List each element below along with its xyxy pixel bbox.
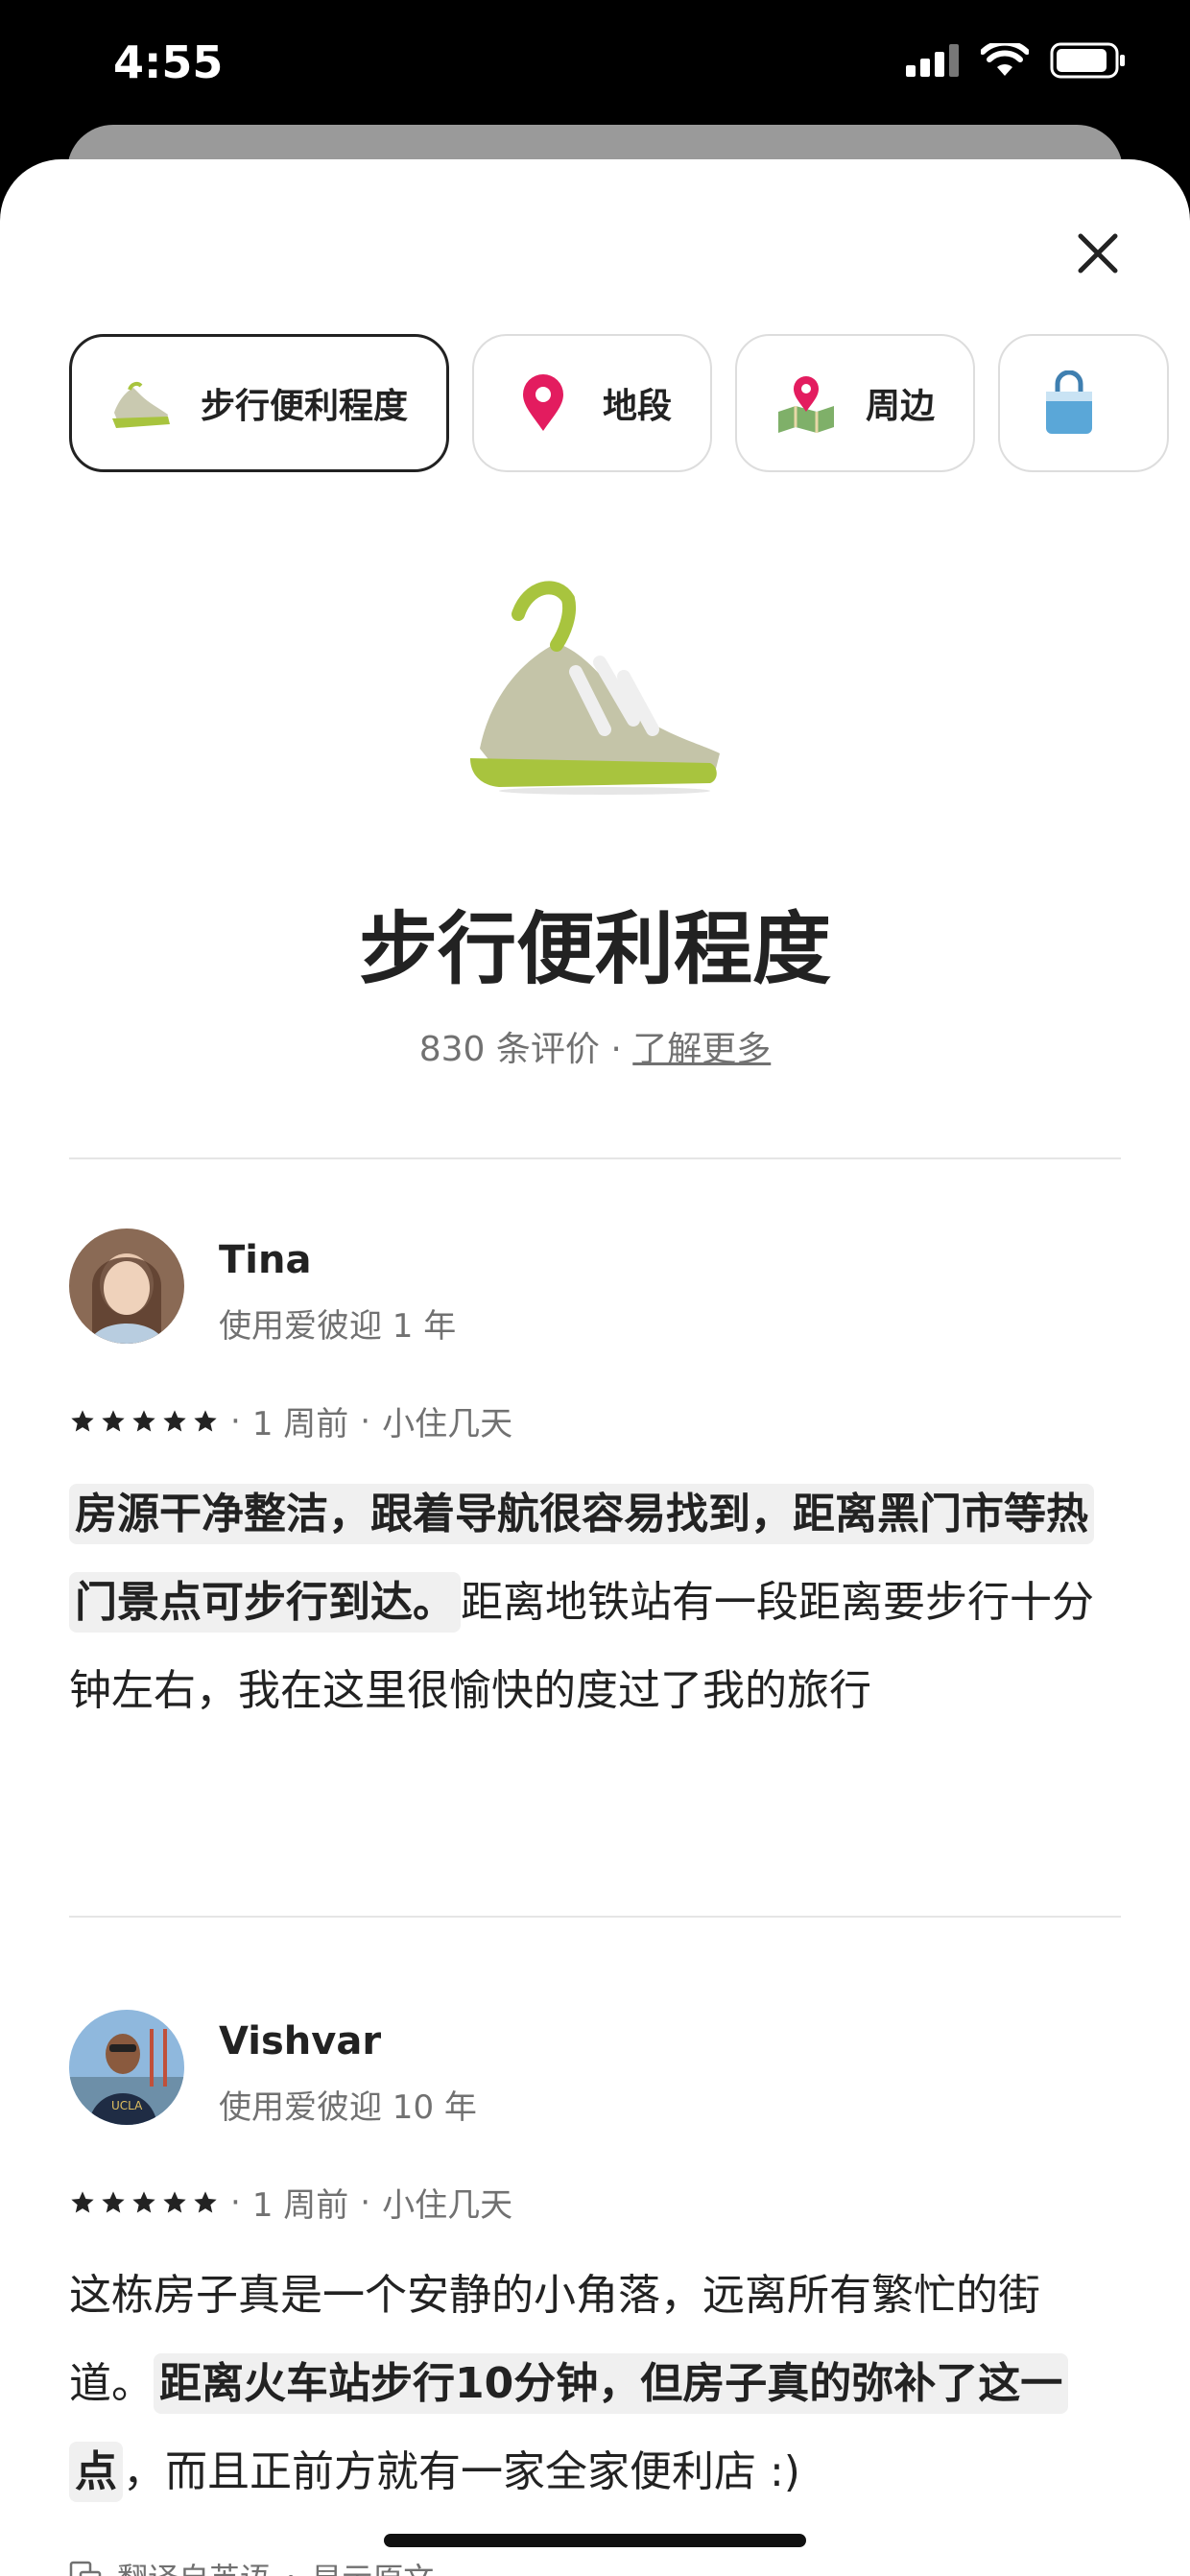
review-meta: · 1 周前 · 小住几天 — [69, 1397, 512, 1444]
tab-walkability[interactable]: 步行便利程度 — [69, 334, 450, 472]
star-icon — [102, 1409, 125, 1431]
category-tabs: 步行便利程度 地段 周边 — [69, 334, 1170, 472]
review-meta: · 1 周前 · 小住几天 — [69, 2179, 512, 2226]
close-icon[interactable] — [1073, 228, 1123, 278]
tab-label: 周边 — [866, 387, 936, 426]
dot-separator: · — [286, 2559, 296, 2576]
page-title: 步行便利程度 — [358, 904, 831, 995]
reviewer-name[interactable]: Tina — [219, 1238, 311, 1282]
shoe-illustration-icon — [470, 581, 720, 795]
star-rating — [69, 2189, 219, 2216]
status-time: 4:55 — [113, 36, 224, 88]
divider — [69, 1916, 1121, 1918]
review-summary: 830 条评价 · 了解更多 — [0, 1021, 1190, 1071]
show-original-link[interactable]: 显示原文 — [311, 2555, 434, 2576]
review-time: 1 周前 — [251, 2186, 349, 2225]
status-bar: 4:55 — [0, 0, 1190, 134]
avatar[interactable] — [69, 1228, 184, 1344]
divider — [69, 1157, 1121, 1159]
battery-icon — [1050, 42, 1125, 79]
star-icon — [163, 1409, 186, 1431]
tab-label: 步行便利程度 — [201, 387, 409, 426]
review-card: Tina 使用爱彼迎 1 年 · 1 周前 · 小住几天 房源干净整洁，跟着导航… — [69, 1228, 1121, 1920]
review-card: UCLA Vishvar 使用爱彼迎 10 年 · 1 周前 · 小住几天 这栋… — [69, 2010, 1121, 2576]
tab-location[interactable]: 地段 — [472, 334, 713, 472]
shoe-icon — [108, 370, 174, 436]
location-pin-icon — [511, 370, 576, 436]
tab-label: 地段 — [603, 387, 673, 426]
star-rating — [69, 1408, 219, 1435]
star-icon — [132, 1409, 155, 1431]
star-icon — [71, 2190, 94, 2212]
translate-icon — [69, 2561, 102, 2576]
star-icon — [194, 1409, 217, 1431]
reviewer-tenure: 使用爱彼迎 1 年 — [219, 1307, 457, 1346]
review-time: 1 周前 — [251, 1405, 349, 1443]
review-text: 这栋房子真是一个安静的小角落，远离所有繁忙的街道。 距离火车站步行10分钟，但房子… — [69, 2252, 1121, 2516]
reviewer-tenure: 使用爱彼迎 10 年 — [219, 2088, 477, 2127]
reviewer-name[interactable]: Vishvar — [219, 2019, 381, 2063]
status-icons — [906, 42, 1127, 79]
stay-length: 小住几天 — [382, 1405, 513, 1443]
stay-length: 小住几天 — [382, 2186, 513, 2225]
home-indicator[interactable] — [384, 2534, 806, 2547]
star-icon — [102, 2190, 125, 2212]
star-icon — [132, 2190, 155, 2212]
dot-separator: · — [230, 1401, 241, 1441]
dot-separator: · — [360, 2182, 371, 2222]
translation-row: 翻译自英语 · 显示原文 — [69, 2555, 434, 2576]
map-icon — [774, 370, 839, 436]
dot-separator: · — [360, 1401, 371, 1441]
review-text: 房源干净整洁，跟着导航很容易找到，距离黑门市等热门景点可步行到达。 距离地铁站有一… — [69, 1470, 1121, 1735]
star-icon — [163, 2190, 186, 2212]
tab-surroundings[interactable]: 周边 — [735, 334, 976, 472]
walkability-sheet: 步行便利程度 地段 周边 步行便利程度 830 条评价 · 了解更多 Tina … — [0, 159, 1190, 2576]
tab-shopping[interactable] — [998, 334, 1170, 472]
avatar[interactable]: UCLA — [69, 2010, 184, 2125]
dot-separator: · — [230, 2182, 241, 2222]
star-icon — [71, 1409, 94, 1431]
wifi-icon — [981, 43, 1029, 76]
separator: · — [599, 1030, 633, 1069]
svg-text:UCLA: UCLA — [111, 2099, 143, 2112]
learn-more-link[interactable]: 了解更多 — [632, 1030, 771, 1069]
shopping-bag-icon — [1036, 370, 1102, 436]
review-body: ，而且正前方就有一家全家便利店 :) — [123, 2447, 800, 2496]
review-count: 830 条评价 — [418, 1030, 600, 1069]
star-icon — [194, 2190, 217, 2212]
translation-note: 翻译自英语 — [117, 2555, 271, 2576]
cellular-signal-icon — [906, 44, 959, 77]
